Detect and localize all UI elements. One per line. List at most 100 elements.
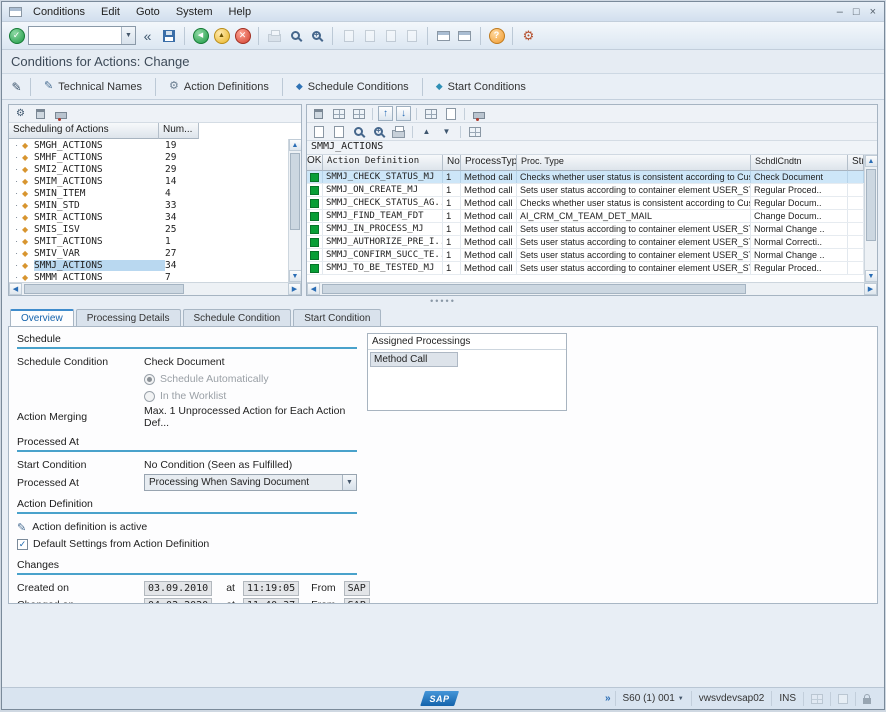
insert-row-icon[interactable] [422,106,439,122]
customize-layout-icon[interactable]: ⚙ [519,26,538,45]
deselect-all-icon[interactable] [350,106,367,122]
tree-item[interactable]: ·◆SMHF_ACTIONS29 [9,151,288,163]
cancel-icon[interactable]: ✕ [233,26,252,45]
scrollbar-thumb[interactable] [24,284,184,294]
default-settings-checkbox[interactable]: ✓ [17,539,28,550]
table-row[interactable]: SMMJ_AUTHORIZE_PRE_I..1Method callSets u… [307,236,864,249]
tree-vertical-scrollbar[interactable]: ▲ ▼ [288,139,301,282]
start-conditions-button[interactable]: ◆ Start Conditions [427,78,535,96]
scroll-right-icon[interactable]: ▶ [864,283,877,295]
in-the-worklist-radio[interactable] [144,391,155,402]
local-data-icon[interactable] [803,692,830,706]
display-change-icon[interactable]: ✎ [7,77,26,96]
tree-item[interactable]: ·◆SMGH_ACTIONS19 [9,139,288,151]
find-next-icon[interactable] [307,26,326,45]
tree-item[interactable]: ·◆SMIN_STD33 [9,199,288,211]
create-shortcut-icon[interactable] [455,26,474,45]
menu-help[interactable]: Help [221,4,260,20]
collapse-command-icon[interactable]: « [138,26,157,45]
tab-processing-details[interactable]: Processing Details [76,309,181,326]
scrollbar-thumb[interactable] [866,169,876,241]
tree-header-num[interactable]: Num... [159,123,199,139]
help-icon[interactable]: ? [487,26,506,45]
tree-item[interactable]: ·◆SMIR_ACTIONS34 [9,211,288,223]
save-icon[interactable] [159,26,178,45]
scroll-down-icon[interactable]: ▼ [289,270,302,282]
move-down-icon[interactable]: ↓ [396,106,411,121]
tab-overview[interactable]: Overview [10,309,74,326]
table-row[interactable]: SMMJ_TO_BE_TESTED_MJ1Method callSets use… [307,262,864,275]
status-overflow-icon[interactable]: » [601,693,615,704]
minimize-icon[interactable]: – [837,6,843,18]
response-time-icon[interactable] [830,692,855,706]
action-definitions-button[interactable]: ⚙ Action Definitions [160,78,278,96]
exit-icon[interactable]: ▲ [212,26,231,45]
table-row[interactable]: SMMJ_CONFIRM_SUCC_TE..1Method callSets u… [307,249,864,262]
display-entry-icon[interactable] [330,124,347,140]
tree-horizontal-scrollbar[interactable]: ◀ ▶ [9,282,301,295]
maximize-icon[interactable]: □ [853,6,860,18]
changed-by-field[interactable]: SAP [344,598,370,605]
tree-header-name[interactable]: Scheduling of Actions [9,123,159,139]
customize-icon[interactable]: ⚙ [12,106,29,122]
changed-time-field[interactable]: 11:40:37 [243,598,299,605]
created-by-field[interactable]: SAP [344,581,370,596]
print-icon[interactable] [390,124,407,140]
created-time-field[interactable]: 11:19:05 [243,581,299,596]
tab-start-condition[interactable]: Start Condition [293,309,381,326]
table-row[interactable]: SMMJ_CHECK_STATUS_AG..1Method callChecks… [307,197,864,210]
sort-descending-icon[interactable]: ▼ [438,124,455,140]
transport-entries-icon[interactable] [470,106,487,122]
tree-item[interactable]: ·◆SMMM_ACTIONS7 [9,271,288,282]
find-icon[interactable] [286,26,305,45]
scroll-left-icon[interactable]: ◀ [307,283,320,295]
new-session-icon[interactable] [434,26,453,45]
table-row[interactable]: SMMJ_ON_CREATE_MJ1Method callSets user s… [307,184,864,197]
scroll-right-icon[interactable]: ▶ [288,283,301,295]
tree-item[interactable]: ·◆SMI2_ACTIONS29 [9,163,288,175]
assigned-processing-item[interactable]: Method Call [370,352,458,367]
scroll-left-icon[interactable]: ◀ [9,283,22,295]
create-entry-icon[interactable] [310,124,327,140]
scrollbar-thumb[interactable] [290,153,300,230]
menu-system[interactable]: System [168,4,221,20]
transport-icon[interactable] [52,106,69,122]
system-field[interactable]: S60 (1) 001 ▼ [615,691,691,706]
scroll-up-icon[interactable]: ▲ [865,155,878,167]
processed-at-select[interactable]: Processing When Saving Document ▼ [144,474,357,491]
menu-edit[interactable]: Edit [93,4,128,20]
move-up-icon[interactable]: ↑ [378,106,393,121]
table-row[interactable]: SMMJ_FIND_TEAM_FDT1Method callAI_CRM_CM_… [307,210,864,223]
column-schdlcndtn[interactable]: SchdlCndtn [751,155,848,171]
tree-item[interactable]: ·◆SMIS_ISV25 [9,223,288,235]
tree-item[interactable]: ·◆SMIV_VAR27 [9,247,288,259]
delete-row-icon[interactable] [310,106,327,122]
insert-mode-field[interactable]: INS [771,691,803,706]
splitter-handle[interactable]: ••••• [2,296,884,306]
column-processtyp[interactable]: ProcessTyp [461,155,517,171]
find-icon[interactable] [350,124,367,140]
column-ok[interactable]: OK [307,155,323,171]
close-icon[interactable]: × [870,6,876,18]
column-proc-type[interactable]: Proc. Type [517,155,751,171]
scrollbar-thumb[interactable] [322,284,746,294]
table-horizontal-scrollbar[interactable]: ◀ ▶ [307,282,877,295]
technical-names-button[interactable]: ✎ Technical Names [35,78,151,96]
column-action-definition[interactable]: Action Definition [323,155,443,171]
schedule-automatically-radio[interactable] [144,374,155,385]
tree-item[interactable]: ·◆SMIT_ACTIONS1 [9,235,288,247]
command-dropdown-icon[interactable]: ▼ [121,27,135,44]
command-input[interactable] [29,27,121,44]
menu-conditions[interactable]: Conditions [25,4,93,20]
changed-date-field[interactable]: 04.02.2020 [144,598,212,605]
table-row[interactable]: SMMJ_IN_PROCESS_MJ1Method callSets user … [307,223,864,236]
tree-item[interactable]: ·◆SMMJ_ACTIONS34 [9,259,288,271]
enter-button[interactable]: ✓ [7,26,26,45]
tree-item[interactable]: ·◆SMIM_ACTIONS14 [9,175,288,187]
copy-row-icon[interactable] [442,106,459,122]
schedule-conditions-button[interactable]: ◆ Schedule Conditions [287,78,418,96]
tab-schedule-condition[interactable]: Schedule Condition [183,309,292,326]
delete-icon[interactable] [32,106,49,122]
menu-goto[interactable]: Goto [128,4,168,20]
back-icon[interactable]: ◀ [191,26,210,45]
